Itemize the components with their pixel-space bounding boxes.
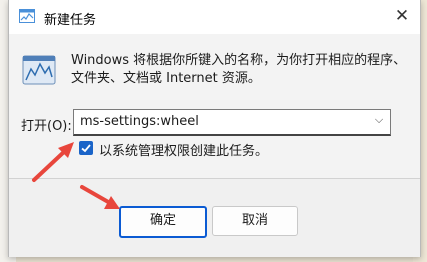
task-manager-icon	[19, 9, 35, 23]
close-button[interactable]: ✕	[390, 5, 414, 27]
red-arrow-icon	[32, 142, 74, 182]
open-label: 打开(O):	[21, 119, 72, 134]
admin-checkbox-label[interactable]: 以系统管理权限创建此任务。	[99, 140, 268, 159]
cancel-button[interactable]: 取消	[212, 206, 298, 236]
dialog-title: 新建任务	[44, 13, 97, 28]
checkmark-icon	[81, 144, 91, 153]
dialog-description: Windows 将根据你所键入的名称，为你打开相应的程序、文件夹、文档或 Int…	[71, 53, 407, 86]
close-icon: ✕	[394, 6, 410, 26]
open-combobox[interactable]: ms-settings:wheel ⌵	[73, 109, 391, 136]
open-input-value[interactable]: ms-settings:wheel	[80, 114, 199, 129]
red-arrow-icon	[80, 185, 120, 209]
admin-checkbox[interactable]	[79, 141, 93, 155]
chevron-down-icon[interactable]: ⌵	[372, 113, 386, 129]
ok-button[interactable]: 确定	[119, 206, 207, 238]
new-task-dialog: 新建任务 ✕ Windows 将根据你所键入的名称，为你打开相应的程序、文件夹、…	[8, 0, 421, 257]
run-program-icon	[22, 55, 56, 85]
title-bar: 新建任务 ✕	[9, 0, 420, 34]
